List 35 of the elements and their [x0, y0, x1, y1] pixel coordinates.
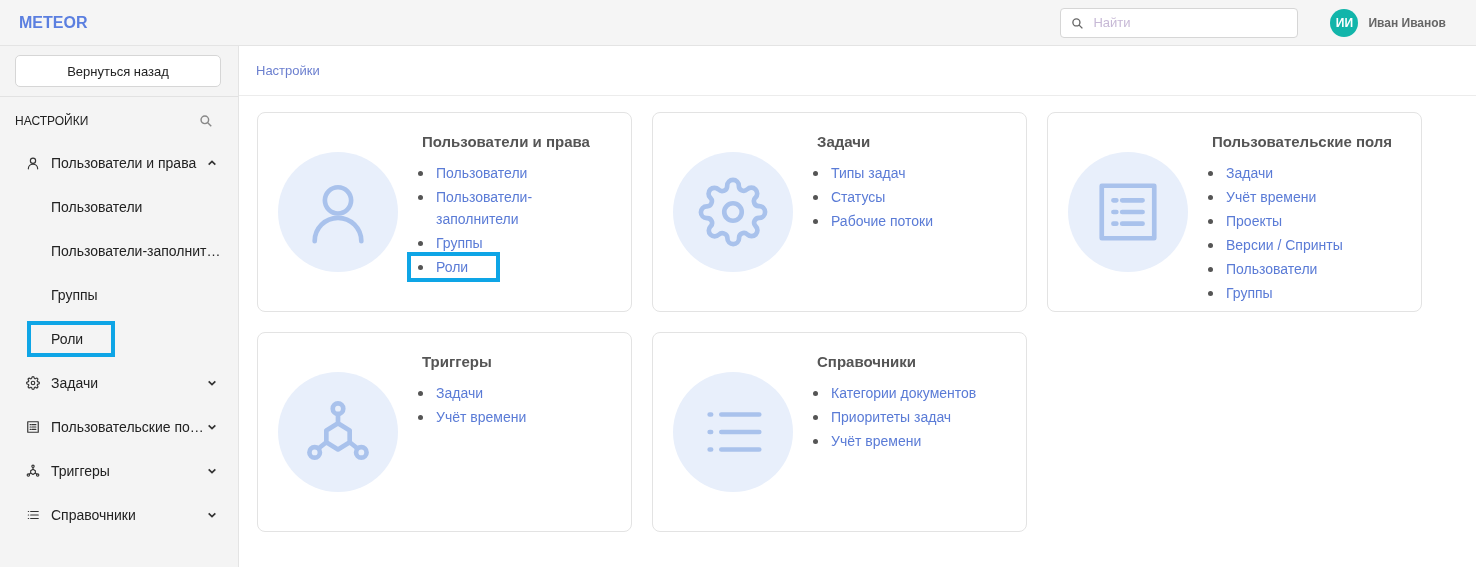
- sidebar-section[interactable]: Справочники: [0, 493, 238, 537]
- gear-icon: [698, 177, 768, 247]
- user-name[interactable]: Иван Иванов: [1368, 15, 1446, 30]
- card-title: Справочники: [817, 353, 917, 370]
- logo[interactable]: METEOR: [19, 13, 88, 32]
- sidebar-title: НАСТРОЙКИ: [15, 114, 89, 128]
- settings-link[interactable]: Роли: [407, 252, 501, 282]
- sidebar-item[interactable]: Группы: [27, 277, 104, 313]
- sidebar-section[interactable]: Задачи: [0, 361, 238, 405]
- card-title: Пользователи и права: [422, 133, 591, 150]
- search-field[interactable]: Найти: [1060, 7, 1299, 38]
- network-icon: [26, 464, 40, 478]
- sidebar-item[interactable]: Роли: [27, 321, 116, 357]
- user-icon: [26, 156, 40, 170]
- list-icon: [26, 508, 40, 522]
- chevron-down-icon: [207, 422, 217, 432]
- chevron-down-icon: [207, 466, 217, 476]
- avatar[interactable]: ИИ: [1330, 8, 1359, 37]
- sidebar-section[interactable]: Пользователи и права: [0, 141, 238, 185]
- sidebar-item[interactable]: Пользователи: [27, 189, 149, 225]
- chevron-up-icon: [207, 158, 217, 168]
- gear-icon: [26, 376, 40, 390]
- sidebar-section[interactable]: Пользовательские по…: [0, 405, 238, 449]
- chevron-down-icon: [207, 378, 217, 388]
- search-icon[interactable]: [199, 114, 213, 128]
- sidebar-item[interactable]: Пользователи-заполнит…: [27, 233, 227, 269]
- search-icon: [1071, 16, 1085, 30]
- chevron-down-icon: [207, 510, 217, 520]
- sidebar-section[interactable]: Триггеры: [0, 449, 238, 493]
- card-title: Задачи: [817, 133, 872, 150]
- card-title: Триггеры: [422, 353, 493, 370]
- card-title: Пользовательские поля: [1212, 133, 1393, 150]
- back-button[interactable]: Вернуться назад: [15, 55, 221, 87]
- breadcrumb-link[interactable]: Настройки: [256, 63, 320, 78]
- form-icon: [26, 420, 40, 434]
